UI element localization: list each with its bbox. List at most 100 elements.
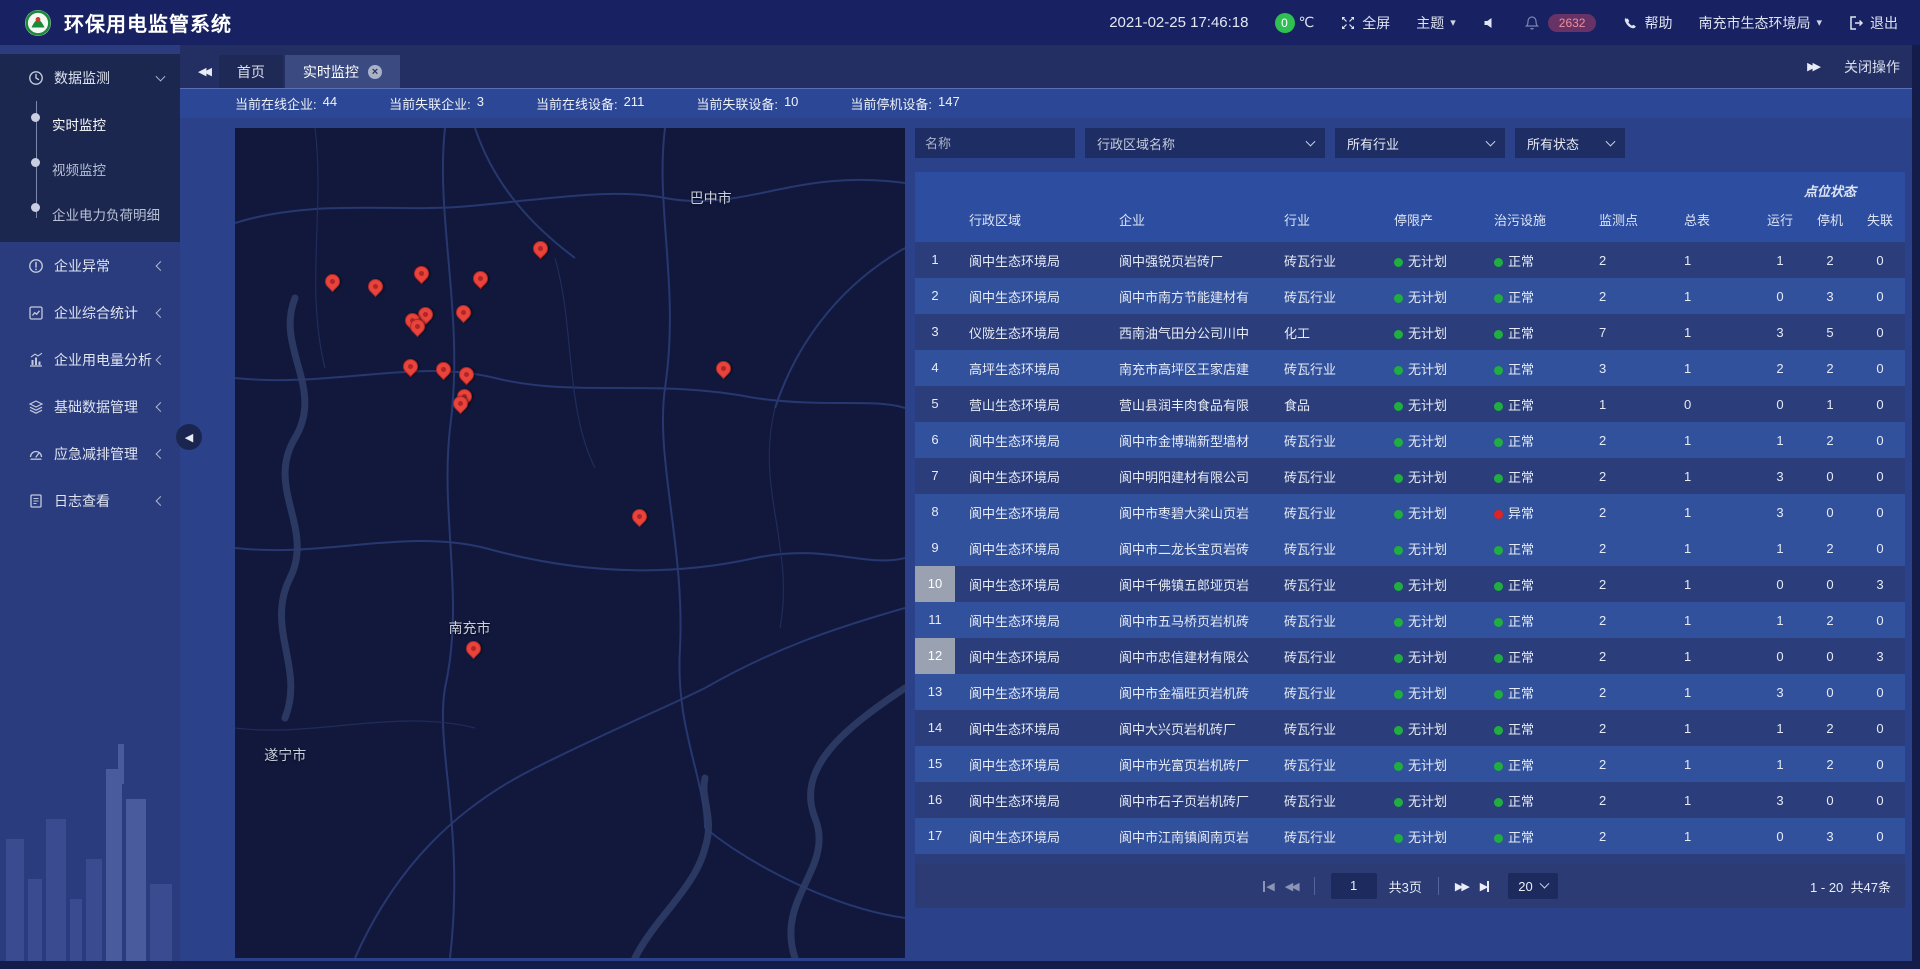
bullet-dot-icon	[31, 203, 40, 212]
cell-stopped: 2	[1805, 757, 1855, 772]
tab-bar: ◀◀ 首页 实时监控 × ▶▶ 关闭操作	[180, 45, 1920, 88]
logout-button[interactable]: 退出	[1848, 13, 1898, 33]
record-range-label: 1 - 20 共47条	[1810, 877, 1891, 896]
cell-stopped: 2	[1805, 253, 1855, 268]
table-row[interactable]: 9阆中生态环境局阆中市二龙长宝页岩砖砖瓦行业无计划正常21120	[915, 530, 1905, 566]
table-row[interactable]: 14阆中生态环境局阆中大兴页岩机砖厂砖瓦行业无计划正常21120	[915, 710, 1905, 746]
sidebar-subitem-video[interactable]: 视频监控	[0, 146, 180, 191]
close-operations-button[interactable]: 关闭操作	[1844, 57, 1900, 77]
table-row[interactable]: 4高坪生态环境局南充市高坪区王家店建砖瓦行业无计划正常31220	[915, 350, 1905, 386]
cell-lost: 0	[1855, 757, 1905, 772]
sidebar-item-enterprise-stats[interactable]: 企业综合统计	[0, 289, 180, 336]
table-row[interactable]: 6阆中生态环境局阆中市金博瑞新型墙材砖瓦行业无计划正常21120	[915, 422, 1905, 458]
cell-total-meters: 1	[1670, 829, 1755, 844]
table-row[interactable]: 3仪陇生态环境局西南油气田分公司川中化工无计划正常71350	[915, 314, 1905, 350]
cell-facility-status: 正常	[1480, 755, 1585, 774]
sidebar-item-logs[interactable]: 日志查看	[0, 477, 180, 524]
cell-region: 仪陇生态环境局	[955, 323, 1105, 342]
chevron-down-icon	[1306, 137, 1316, 147]
page-input[interactable]: 1	[1331, 873, 1377, 899]
org-label: 南充市生态环境局	[1698, 13, 1810, 33]
cell-limit-status: 无计划	[1380, 683, 1480, 702]
stat-item: 当前在线企业:44	[235, 94, 337, 113]
theme-dropdown[interactable]: 主题 ▾	[1416, 13, 1456, 33]
table-row[interactable]: 8阆中生态环境局阆中市枣碧大梁山页岩砖瓦行业无计划异常21300	[915, 494, 1905, 530]
mute-button[interactable]	[1482, 15, 1498, 31]
chevron-left-icon	[156, 402, 166, 412]
cell-company: 阆中市金福旺页岩机砖	[1105, 683, 1270, 702]
table-row[interactable]: 7阆中生态环境局阆中明阳建材有限公司砖瓦行业无计划正常21300	[915, 458, 1905, 494]
sidebar-item-power-analysis[interactable]: 企业用电量分析	[0, 336, 180, 383]
cell-region: 阆中生态环境局	[955, 827, 1105, 846]
tabs-scroll-right-button[interactable]: ▶▶	[1807, 60, 1818, 73]
table-row[interactable]: 17阆中生态环境局阆中市江南镇阆南页岩砖瓦行业无计划正常21030	[915, 818, 1905, 854]
table-row[interactable]: 12阆中生态环境局阆中市忠信建材有限公砖瓦行业无计划正常21003	[915, 638, 1905, 674]
prev-page-button[interactable]: ◀◀	[1285, 880, 1298, 893]
sidebar-item-base-data[interactable]: 基础数据管理	[0, 383, 180, 430]
sidebar-subitem-realtime[interactable]: 实时监控	[0, 101, 180, 146]
status-dot-icon	[1394, 510, 1403, 519]
table-row[interactable]: 13阆中生态环境局阆中市金福旺页岩机砖砖瓦行业无计划正常21300	[915, 674, 1905, 710]
table-header: 行政区域企业行业停限产治污设施监测点总表运行停机失联点位状态	[915, 172, 1905, 242]
table-row[interactable]: 1阆中生态环境局阆中强锐页岩砖厂砖瓦行业无计划正常21120	[915, 242, 1905, 278]
page-scrollbar-vertical[interactable]	[1912, 45, 1920, 969]
help-button[interactable]: 帮助	[1622, 13, 1672, 33]
row-index: 4	[915, 350, 955, 386]
industry-filter-select[interactable]: 所有行业	[1335, 128, 1505, 158]
org-dropdown[interactable]: 南充市生态环境局 ▾	[1698, 13, 1822, 33]
cell-limit-status: 无计划	[1380, 827, 1480, 846]
row-index: 9	[915, 530, 955, 566]
cell-lost: 0	[1855, 397, 1905, 412]
sidebar-subitem-label: 企业电力负荷明细	[52, 204, 160, 224]
sidebar-item-emergency[interactable]: 应急减排管理	[0, 430, 180, 477]
cell-running: 1	[1755, 541, 1805, 556]
status-filter-select[interactable]: 所有状态	[1515, 128, 1625, 158]
map-panel[interactable]: 巴中市南充市遂宁市	[235, 128, 905, 958]
cell-company: 阆中市江南镇阆南页岩	[1105, 827, 1270, 846]
cell-running: 3	[1755, 325, 1805, 340]
tab-home[interactable]: 首页	[219, 55, 283, 88]
region-filter-select[interactable]: 行政区域名称	[1085, 128, 1325, 158]
table-row[interactable]: 11阆中生态环境局阆中市五马桥页岩机砖砖瓦行业无计划正常21120	[915, 602, 1905, 638]
page-size-select[interactable]: 20	[1508, 873, 1557, 899]
cell-facility-status: 正常	[1480, 719, 1585, 738]
tab-realtime-monitor[interactable]: 实时监控 ×	[285, 55, 400, 88]
cell-region: 阆中生态环境局	[955, 611, 1105, 630]
chevron-left-icon	[156, 261, 166, 271]
row-index: 17	[915, 818, 955, 854]
status-dot-icon	[1394, 294, 1403, 303]
table-row[interactable]: 16阆中生态环境局阆中市石子页岩机砖厂砖瓦行业无计划正常21300	[915, 782, 1905, 818]
table-row[interactable]: 15阆中生态环境局阆中市光富页岩机砖厂砖瓦行业无计划正常21120	[915, 746, 1905, 782]
notifications-button[interactable]: 2632	[1524, 14, 1597, 32]
cell-monitor-points: 2	[1585, 757, 1670, 772]
page-scrollbar-horizontal[interactable]	[0, 961, 1920, 969]
cell-industry: 砖瓦行业	[1270, 251, 1380, 270]
cell-stopped: 3	[1805, 829, 1855, 844]
name-filter-input[interactable]	[915, 128, 1075, 158]
tabs-scroll-left-button[interactable]: ◀◀	[188, 55, 219, 88]
tab-close-icon[interactable]: ×	[368, 65, 382, 79]
next-page-button[interactable]: ▶▶	[1455, 880, 1468, 893]
chevron-down-icon	[1606, 137, 1616, 147]
cell-monitor-points: 2	[1585, 289, 1670, 304]
cell-lost: 0	[1855, 793, 1905, 808]
sidebar-item-enterprise-abnormal[interactable]: 企业异常	[0, 242, 180, 289]
cell-limit-status: 无计划	[1380, 647, 1480, 666]
sidebar-subitem-power-load-detail[interactable]: 企业电力负荷明细	[0, 191, 180, 236]
table-row[interactable]: 18南部生态环境局南部县砖兴水泥有限公建材行业无计划正常20020	[915, 854, 1905, 864]
table-row[interactable]: 2阆中生态环境局阆中市南方节能建材有砖瓦行业无计划正常21030	[915, 278, 1905, 314]
table-row[interactable]: 10阆中生态环境局阆中千佛镇五郎垭页岩砖瓦行业无计划正常21003	[915, 566, 1905, 602]
cell-running: 1	[1755, 613, 1805, 628]
first-page-button[interactable]: ◀	[1262, 880, 1272, 893]
cell-stopped: 0	[1805, 649, 1855, 664]
sidebar-collapse-button[interactable]: ◀	[176, 424, 202, 450]
sidebar-item-data-monitor[interactable]: 数据监测	[0, 54, 180, 101]
table-row[interactable]: 5营山生态环境局营山县润丰肉食品有限食品无计划正常10010	[915, 386, 1905, 422]
cell-lost: 0	[1855, 829, 1905, 844]
cell-facility-status: 正常	[1480, 467, 1585, 486]
header-toolbar: 2021-02-25 17:46:18 0 ℃ 全屏 主题 ▾ 2632	[1109, 13, 1898, 33]
fullscreen-button[interactable]: 全屏	[1340, 13, 1390, 33]
sidebar-item-label: 日志查看	[54, 491, 110, 511]
last-page-button[interactable]: ▶	[1480, 880, 1490, 893]
status-dot-icon	[1494, 294, 1503, 303]
